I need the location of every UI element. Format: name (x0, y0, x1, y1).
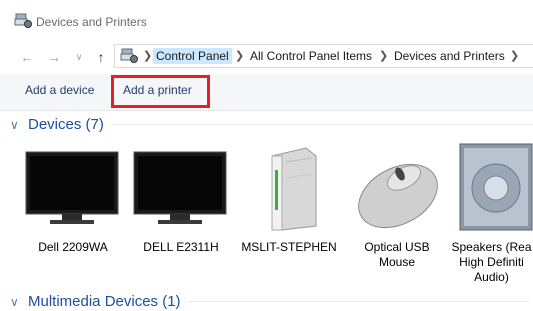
control-panel-icon (120, 48, 138, 63)
computer-tower-icon (271, 147, 317, 231)
device-label: Optical USB Mouse (364, 240, 430, 269)
device-label: MSLIT-STEPHEN (241, 240, 337, 254)
multimedia-group-header[interactable]: ∨ Multimedia Devices (1) (10, 293, 529, 310)
breadcrumb-separator-icon[interactable]: ❯ (235, 49, 244, 62)
window-title: Devices and Printers (36, 15, 147, 29)
breadcrumb-control-panel[interactable]: Control Panel (153, 48, 232, 64)
chevron-down-icon[interactable]: ∨ (10, 295, 24, 309)
group-divider (188, 301, 529, 302)
address-bar[interactable]: ❯ Control Panel ❯ All Control Panel Item… (114, 44, 533, 68)
annotation-highlight-box (111, 75, 210, 108)
monitor-icon (25, 151, 119, 224)
device-label: Speakers (Rea High Definiti Audio) (451, 240, 532, 284)
breadcrumb-devices-printers[interactable]: Devices and Printers (394, 49, 505, 63)
devices-printers-icon (14, 13, 32, 28)
devices-group-header[interactable]: ∨ Devices (7) (10, 116, 533, 133)
monitor-icon (133, 151, 227, 224)
title-bar: Devices and Printers (0, 0, 533, 44)
add-device-button[interactable]: Add a device (25, 83, 94, 97)
mouse-icon (358, 163, 438, 229)
device-label: DELL E2311H (143, 240, 219, 254)
navigation-bar: ← → ∨ ↑ ❯ Control Panel ❯ All Control Pa… (0, 44, 533, 70)
device-item[interactable]: Speakers (Rea High Definiti Audio) (450, 138, 533, 298)
device-label: Dell 2209WA (38, 240, 108, 254)
group-title: Devices (7) (28, 116, 104, 133)
breadcrumb-separator-icon[interactable]: ❯ (379, 49, 388, 62)
speaker-icon (459, 143, 533, 231)
group-divider (111, 124, 533, 125)
breadcrumb-all-items[interactable]: All Control Panel Items (250, 49, 372, 63)
chevron-down-icon[interactable]: ∨ (70, 48, 88, 66)
group-title: Multimedia Devices (1) (28, 293, 181, 310)
forward-arrow-icon[interactable]: → (45, 48, 63, 66)
breadcrumb-separator-icon[interactable]: ❯ (143, 49, 152, 62)
command-bar: Add a device Add a printer (0, 74, 533, 111)
chevron-down-icon[interactable]: ∨ (10, 118, 24, 132)
breadcrumb-separator-icon[interactable]: ❯ (510, 49, 519, 62)
back-arrow-icon[interactable]: ← (18, 48, 36, 66)
up-arrow-icon[interactable]: ↑ (92, 48, 110, 66)
